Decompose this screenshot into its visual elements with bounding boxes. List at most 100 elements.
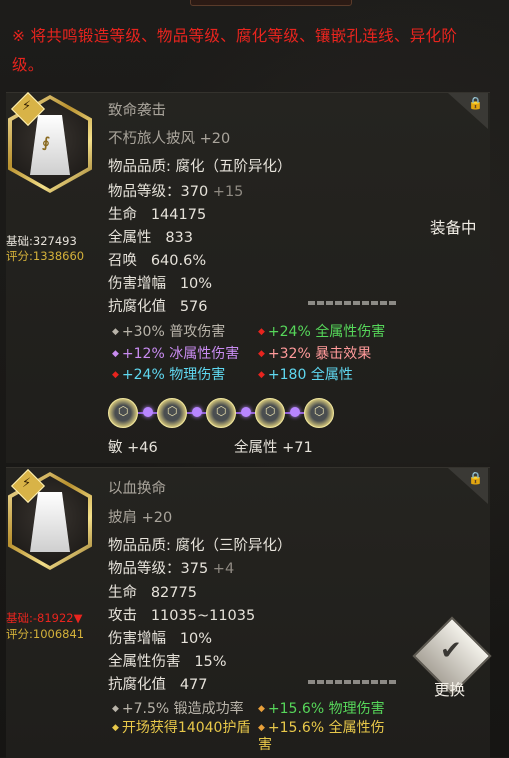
gem-socket[interactable]: ⬡ bbox=[206, 398, 236, 428]
gem-sockets: ⬡ ⬡ ⬡ ⬡ ⬡ bbox=[108, 398, 334, 428]
stat-label: 生命 bbox=[108, 585, 137, 601]
stat-row: 全属性 833 bbox=[108, 226, 193, 247]
affix-text: +12% 冰属性伤害 bbox=[121, 346, 240, 362]
resonance-badge-glyph: ⚡ bbox=[22, 99, 32, 114]
stat-row: 生命 82775 bbox=[108, 581, 197, 602]
gem-socket[interactable]: ⬡ bbox=[108, 398, 138, 428]
gem-socket[interactable]: ⬡ bbox=[304, 398, 334, 428]
affix-right: ◆ +24% 全属性伤害 bbox=[258, 321, 385, 341]
lock-icon: 🔒 bbox=[468, 96, 483, 110]
level-label: 物品等级： bbox=[108, 561, 181, 577]
gem-icon: ⬡ bbox=[265, 404, 276, 418]
stat-row: 生命 144175 bbox=[108, 203, 206, 224]
affix-right: ◆ +15.6% 全属性伤害 bbox=[258, 720, 398, 754]
affix-left: ◆ 开场获得14040护盾 bbox=[112, 720, 252, 737]
score-value: 评分:1338660 bbox=[6, 249, 85, 263]
lock-toggle[interactable]: 🔒 bbox=[448, 468, 488, 504]
quality-value: 腐化（三阶异化） bbox=[175, 538, 292, 554]
stat-label: 抗腐化值 bbox=[108, 299, 166, 315]
gem-icon: ⬡ bbox=[216, 404, 227, 418]
base-value: 基础:-81922▼ bbox=[6, 611, 83, 625]
affix-text: +24% 物理伤害 bbox=[121, 367, 226, 383]
stat-value: 11035~11035 bbox=[150, 608, 256, 624]
affix-dot-icon: ◆ bbox=[112, 704, 119, 714]
gem-bonus: 敏 +46 bbox=[108, 440, 158, 456]
affix-left: ◆ +24% 物理伤害 bbox=[112, 364, 225, 384]
item-subname: 不朽旅人披风 +20 bbox=[108, 131, 231, 147]
stat-value: 10% bbox=[179, 276, 213, 292]
stat-label: 召唤 bbox=[108, 253, 137, 269]
replace-label[interactable]: 更换 bbox=[434, 678, 465, 700]
affix-text: +180 全属性 bbox=[267, 367, 353, 383]
stat-value: 640.6% bbox=[150, 253, 207, 269]
stat-value: 144175 bbox=[150, 207, 207, 223]
level-value: 375 bbox=[180, 561, 209, 577]
item-level: 物品等级：370 +15 bbox=[108, 180, 243, 201]
stat-row: 抗腐化值 477 bbox=[108, 673, 208, 694]
quality-label: 物品品质: bbox=[108, 538, 176, 554]
stat-row: 攻击 11035~11035 bbox=[108, 604, 255, 625]
item-level: 物品等级：375 +4 bbox=[108, 557, 234, 578]
affix-text: +15.6% 全属性伤害 bbox=[258, 720, 385, 753]
stat-row: 全属性伤害 15% bbox=[108, 650, 227, 671]
socket-link-icon bbox=[241, 407, 251, 417]
gem-icon: ⬡ bbox=[118, 404, 129, 418]
affix-dot-icon: ◆ bbox=[112, 370, 119, 380]
score-value: 评分:1006841 bbox=[6, 627, 85, 641]
base-value: 基础:327493 bbox=[6, 234, 77, 248]
gem-socket[interactable]: ⬡ bbox=[157, 398, 187, 428]
stat-label: 伤害增幅 bbox=[108, 276, 166, 292]
gem-socket[interactable]: ⬡ bbox=[255, 398, 285, 428]
item-icon-cloak[interactable]: ∮ ⚡ bbox=[8, 92, 92, 193]
affix-dot-icon: ◆ bbox=[258, 327, 265, 337]
affix-dot-icon: ◆ bbox=[112, 723, 119, 733]
stat-row: 抗腐化值 576 bbox=[108, 295, 208, 316]
socket-link-icon bbox=[143, 407, 153, 417]
stat-value: 10% bbox=[179, 631, 213, 647]
lock-toggle[interactable]: 🔒 bbox=[448, 93, 488, 129]
item-name: 以血换命 bbox=[108, 481, 166, 497]
stat-row: 召唤 640.6% bbox=[108, 249, 206, 270]
item-subname: 披肩 +20 bbox=[108, 510, 173, 526]
affix-right: ◆ +180 全属性 bbox=[258, 364, 353, 384]
stat-label: 全属性伤害 bbox=[108, 654, 181, 670]
affix-dot-icon: ◆ bbox=[258, 704, 265, 714]
stat-label: 全属性 bbox=[108, 230, 152, 246]
affix-dot-icon: ◆ bbox=[258, 370, 265, 380]
corruption-bar bbox=[308, 680, 398, 684]
item-quality: 物品品质: 腐化（三阶异化） bbox=[108, 534, 292, 555]
gem-icon: ⬡ bbox=[167, 404, 178, 418]
stat-label: 抗腐化值 bbox=[108, 677, 166, 693]
stat-label: 伤害增幅 bbox=[108, 631, 166, 647]
affix-left: ◆ +30% 普攻伤害 bbox=[112, 321, 225, 341]
level-label: 物品等级： bbox=[108, 184, 181, 200]
affix-text: +32% 暴击效果 bbox=[267, 346, 372, 362]
stat-value: 833 bbox=[165, 230, 194, 246]
affix-text: +7.5% 锻造成功率 bbox=[121, 701, 244, 717]
lock-icon: 🔒 bbox=[468, 471, 483, 485]
gem-bonus: 全属性 +71 bbox=[234, 440, 313, 456]
level-bonus: +15 bbox=[212, 184, 244, 200]
stat-label: 攻击 bbox=[108, 608, 137, 624]
resonance-badge-glyph: ⚡ bbox=[22, 476, 32, 491]
corruption-bar bbox=[308, 301, 398, 305]
affix-text: +30% 普攻伤害 bbox=[121, 324, 226, 340]
affix-text: +24% 全属性伤害 bbox=[267, 324, 386, 340]
replace-check-icon: ✔ bbox=[440, 636, 462, 666]
stat-value: 576 bbox=[179, 299, 208, 315]
affix-dot-icon: ◆ bbox=[258, 349, 265, 359]
item-quality: 物品品质: 腐化（五阶异化） bbox=[108, 155, 292, 176]
notice-text: ※ 将共鸣锻造等级、物品等级、腐化等级、镶嵌孔连线、异化阶级。 bbox=[12, 27, 458, 74]
affix-text: 开场获得14040护盾 bbox=[121, 720, 251, 736]
gem-icon: ⬡ bbox=[314, 404, 325, 418]
affix-right: ◆ +32% 暴击效果 bbox=[258, 343, 371, 363]
stat-row: 伤害增幅 10% bbox=[108, 627, 212, 648]
top-tab-edge bbox=[190, 0, 352, 6]
quality-value: 腐化（五阶异化） bbox=[175, 159, 292, 175]
socket-link-icon bbox=[290, 407, 300, 417]
cloak-emblem-icon: ∮ bbox=[42, 135, 50, 151]
affix-right: ◆ +15.6% 物理伤害 bbox=[258, 698, 385, 718]
item-icon-shawl[interactable]: ⚡ bbox=[8, 469, 92, 570]
stat-label: 生命 bbox=[108, 207, 137, 223]
affix-dot-icon: ◆ bbox=[112, 349, 119, 359]
